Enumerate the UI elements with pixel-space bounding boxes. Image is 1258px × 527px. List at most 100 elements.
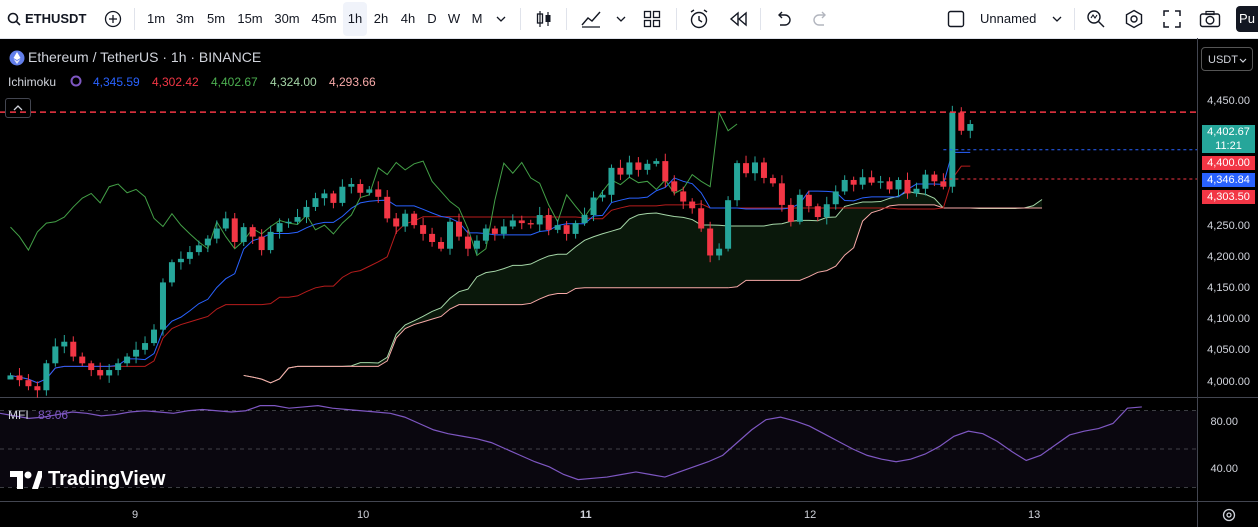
candle-body bbox=[787, 204, 794, 222]
candle-body bbox=[204, 238, 211, 246]
candle-body bbox=[482, 228, 489, 241]
candle-body bbox=[617, 167, 624, 175]
time-tick: 9 bbox=[132, 509, 139, 521]
layout-name[interactable]: Unnamed bbox=[980, 0, 1044, 38]
candle-body bbox=[285, 221, 292, 224]
candle-body bbox=[348, 184, 355, 187]
interval-30m[interactable]: 30m bbox=[269, 0, 305, 38]
candle-body bbox=[16, 375, 23, 381]
interval-1m[interactable]: 1m bbox=[143, 0, 169, 38]
tradingview-watermark[interactable]: TradingView bbox=[10, 468, 165, 491]
candle-body bbox=[608, 167, 615, 195]
candle-body bbox=[455, 221, 462, 237]
candle-body bbox=[509, 220, 516, 227]
replay-icon[interactable] bbox=[726, 0, 750, 38]
price-badge-value: 4,400.00 bbox=[1207, 157, 1250, 169]
layout-square-icon[interactable] bbox=[946, 0, 966, 38]
compare-add-icon[interactable] bbox=[102, 0, 124, 38]
candle-body bbox=[778, 183, 785, 205]
interval-m[interactable]: M bbox=[466, 0, 488, 38]
price-badge-value: 4,402.67 bbox=[1207, 126, 1250, 138]
candle-body bbox=[545, 215, 552, 230]
interval-4h[interactable]: 4h bbox=[395, 0, 421, 38]
chevron-down-icon[interactable] bbox=[1050, 0, 1064, 38]
candle-body bbox=[61, 341, 68, 347]
price-badge: 4,400.00 bbox=[1202, 156, 1255, 170]
interval-1h[interactable]: 1h bbox=[343, 2, 367, 36]
price-badge-value: 4,303.50 bbox=[1207, 191, 1250, 203]
currency-unit-selector[interactable]: USDT bbox=[1201, 47, 1253, 71]
ichimoku-value-4: 4,293.66 bbox=[329, 75, 376, 89]
candle-body bbox=[294, 217, 301, 222]
undo-icon[interactable] bbox=[772, 0, 794, 38]
candle-body bbox=[599, 194, 606, 198]
unit-label: USDT bbox=[1208, 54, 1238, 66]
candle-body bbox=[213, 228, 220, 239]
candle-body bbox=[168, 262, 175, 283]
candle-body bbox=[859, 177, 866, 185]
publish-button[interactable]: Pu bbox=[1236, 6, 1258, 32]
interval-3m[interactable]: 3m bbox=[170, 0, 200, 38]
interval-w[interactable]: W bbox=[443, 0, 465, 38]
chevron-up-icon bbox=[13, 105, 23, 111]
candle-body bbox=[106, 370, 113, 376]
settings-gear-icon[interactable] bbox=[1122, 0, 1146, 38]
candle-body bbox=[312, 198, 319, 207]
symbol-legend-title: Ethereum / TetherUS · 1h · BINANCE bbox=[28, 49, 262, 65]
candle-body bbox=[958, 112, 965, 131]
candle-body bbox=[760, 162, 767, 178]
price-badge: 4,303.50 bbox=[1202, 190, 1255, 204]
search-icon[interactable] bbox=[6, 0, 22, 38]
fullscreen-icon[interactable] bbox=[1160, 0, 1184, 38]
chevron-down-icon[interactable] bbox=[614, 0, 628, 38]
interval-2h[interactable]: 2h bbox=[368, 0, 394, 38]
candle-body bbox=[931, 174, 938, 182]
interval-15m[interactable]: 15m bbox=[232, 0, 268, 38]
ichimoku-value-0: 4,345.59 bbox=[93, 75, 140, 89]
ichimoku-label[interactable]: Ichimoku bbox=[8, 75, 56, 89]
time-tick: 13 bbox=[1028, 509, 1041, 521]
chevron-down-icon[interactable] bbox=[494, 0, 508, 38]
candle-body bbox=[420, 225, 427, 234]
camera-icon[interactable] bbox=[1198, 0, 1222, 38]
candles-style-icon[interactable] bbox=[532, 0, 556, 38]
quick-search-icon[interactable] bbox=[1084, 0, 1108, 38]
candle-body bbox=[258, 236, 265, 251]
interval-5m[interactable]: 5m bbox=[201, 0, 231, 38]
candle-body bbox=[429, 233, 436, 242]
candle-body bbox=[626, 162, 633, 175]
interval-45m[interactable]: 45m bbox=[306, 0, 342, 38]
candle-body bbox=[698, 208, 705, 229]
interval-d[interactable]: D bbox=[422, 0, 442, 38]
mfi-value: 83.06 bbox=[38, 408, 69, 422]
mfi-legend[interactable]: MFI 83.06 bbox=[8, 408, 68, 422]
candle-body bbox=[159, 282, 166, 330]
candle-body bbox=[805, 194, 812, 207]
symbol-name[interactable]: ETHUSDT bbox=[25, 0, 87, 38]
candle-body bbox=[133, 349, 140, 357]
candle-body bbox=[124, 356, 131, 364]
redo-icon[interactable] bbox=[810, 0, 832, 38]
candle-body bbox=[841, 179, 848, 192]
candle-body bbox=[249, 227, 256, 237]
templates-grid-icon[interactable] bbox=[640, 0, 664, 38]
candle-body bbox=[52, 346, 59, 364]
time-axis-settings-icon[interactable] bbox=[1220, 505, 1238, 525]
candle-body bbox=[142, 343, 149, 350]
candle-body bbox=[671, 181, 678, 192]
candle-body bbox=[43, 363, 50, 391]
indicators-icon[interactable] bbox=[578, 0, 604, 38]
candle-body bbox=[34, 386, 41, 391]
alert-clock-icon[interactable] bbox=[686, 0, 712, 38]
candle-body bbox=[402, 213, 409, 227]
candle-body bbox=[438, 241, 445, 249]
mfi-label: MFI bbox=[8, 408, 29, 422]
watermark-text: TradingView bbox=[48, 468, 166, 490]
price-tick: 4,100.00 bbox=[1207, 313, 1250, 325]
candle-body bbox=[79, 356, 86, 364]
chart-canvas[interactable] bbox=[0, 38, 1258, 527]
candle-body bbox=[151, 329, 158, 344]
candle-body bbox=[384, 196, 391, 219]
collapse-legend-button[interactable] bbox=[5, 98, 31, 118]
price-tick: 4,200.00 bbox=[1207, 251, 1250, 263]
